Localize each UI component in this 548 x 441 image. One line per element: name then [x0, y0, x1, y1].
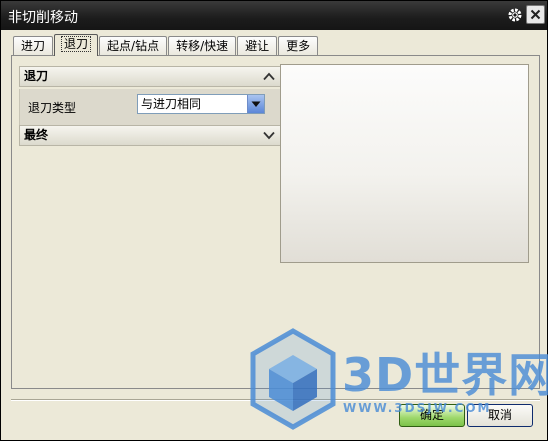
tab-label: 起点/钻点 [107, 39, 160, 53]
settings-button[interactable] [505, 5, 524, 24]
close-icon [530, 9, 541, 20]
tab-label: 退刀 [61, 36, 92, 52]
chevron-up-icon [263, 72, 275, 81]
tab-panel: 退刀 退刀类型 与进刀相同 最终 [11, 55, 540, 389]
dropdown-arrow-icon [251, 101, 261, 107]
tab-more[interactable]: 更多 [278, 36, 319, 56]
cancel-button[interactable]: 取消 [467, 404, 533, 427]
dialog-window: 非切削移动 进刀 退刀 起点/钻点 转移/快速 避让 更多 退刀 退刀类型 与进… [0, 0, 548, 441]
retract-type-value: 与进刀相同 [141, 97, 202, 111]
retract-group-title: 退刀 [24, 69, 49, 83]
chevron-down-icon [263, 131, 275, 140]
tab-label: 更多 [286, 39, 311, 53]
tab-avoidance[interactable]: 避让 [237, 36, 278, 56]
retract-group-body: 退刀类型 与进刀相同 [19, 89, 281, 125]
tab-label: 转移/快速 [176, 39, 229, 53]
retract-type-label: 退刀类型 [28, 101, 77, 115]
window-title: 非切削移动 [8, 10, 78, 26]
expand-button[interactable] [258, 126, 280, 145]
title-bar[interactable]: 非切削移动 [1, 1, 547, 30]
tab-transfer-rapid[interactable]: 转移/快速 [168, 36, 237, 56]
preview-area [280, 64, 529, 263]
ok-button[interactable]: 确定 [399, 404, 465, 427]
tab-label: 进刀 [21, 39, 46, 53]
retract-group-header[interactable]: 退刀 [19, 66, 281, 87]
close-button[interactable] [526, 5, 545, 24]
final-group-title: 最终 [24, 128, 49, 142]
collapse-button[interactable] [258, 67, 280, 86]
gear-icon [508, 8, 521, 21]
tab-retract[interactable]: 退刀 [54, 34, 99, 56]
final-group-header[interactable]: 最终 [19, 125, 281, 146]
retract-type-dropdown[interactable]: 与进刀相同 [137, 94, 265, 114]
tab-strip: 进刀 退刀 起点/钻点 转移/快速 避让 更多 [13, 34, 319, 56]
tab-engage[interactable]: 进刀 [13, 36, 54, 56]
separator [11, 399, 540, 401]
dropdown-button[interactable] [247, 95, 264, 113]
tab-label: 避让 [245, 39, 270, 53]
tab-start-drill-point[interactable]: 起点/钻点 [99, 36, 168, 56]
